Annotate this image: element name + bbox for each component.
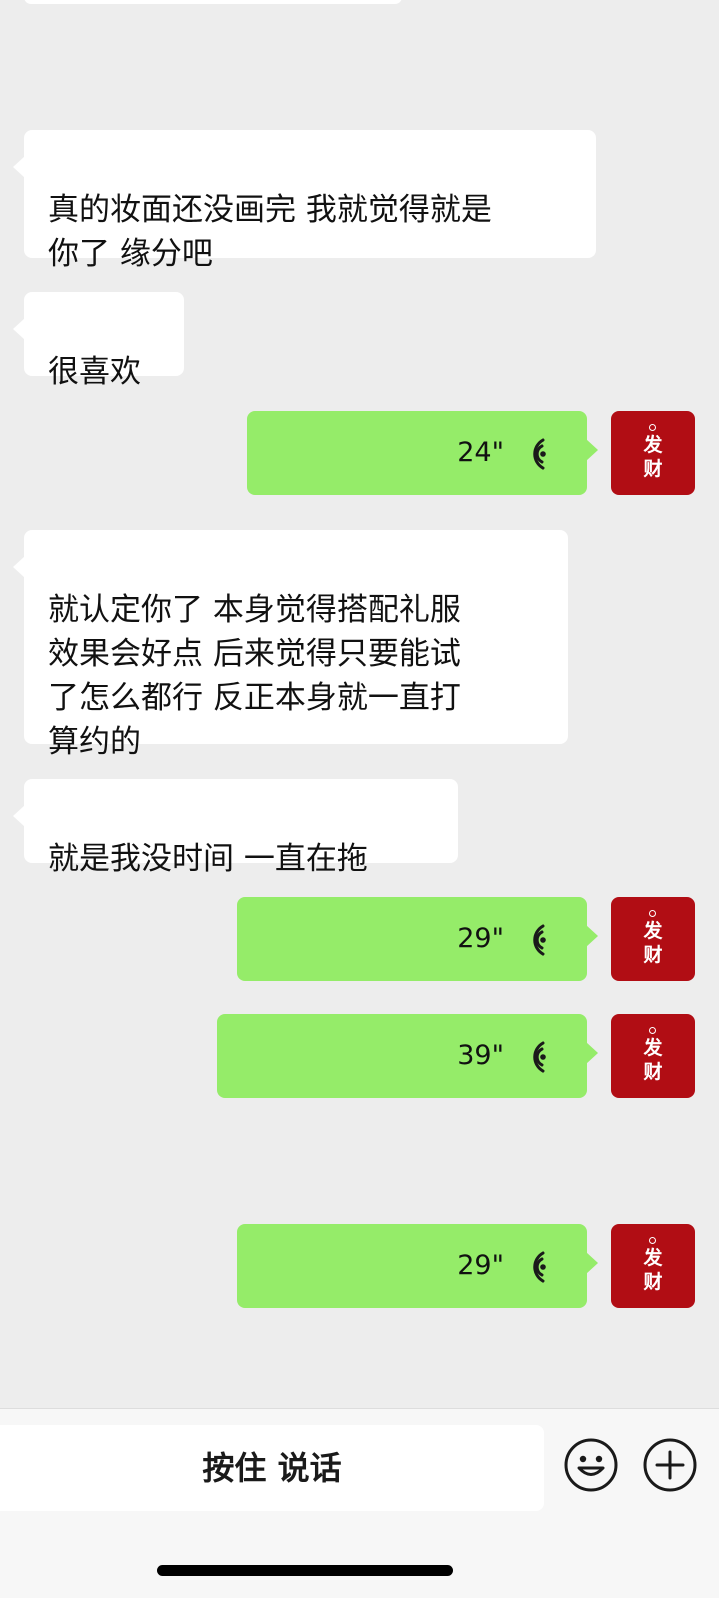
emoji-icon[interactable] — [563, 1437, 619, 1493]
avatar[interactable]: 发 财 — [611, 1224, 695, 1308]
plus-icon[interactable] — [642, 1437, 698, 1493]
voice-wave-icon — [533, 924, 546, 956]
avatar[interactable]: 发 财 — [611, 411, 695, 495]
avatar-text: 发 财 — [643, 1247, 663, 1293]
avatar-text: 发 财 — [643, 434, 663, 480]
incoming-message-bubble[interactable]: 就是我没时间 一直在拖 — [13, 779, 458, 877]
voice-wave-icon — [533, 1251, 546, 1283]
message-text: 很喜欢 — [48, 354, 141, 390]
avatar-dot — [649, 1027, 656, 1034]
hold-to-talk-button[interactable]: 按住 说话 — [0, 1425, 544, 1511]
message-text: 就是我没时间 一直在拖 — [48, 841, 368, 877]
message-text: 真的妆面还没画完 我就觉得就是 你了 缘分吧 — [48, 192, 492, 272]
avatar-text: 发 财 — [643, 1037, 663, 1083]
outgoing-voice-message[interactable]: 29" — [237, 897, 598, 981]
avatar-text: 发 财 — [643, 920, 663, 966]
voice-duration: 24" — [457, 437, 504, 468]
chat-area[interactable]: 真的妆面还没画完 我就觉得就是 你了 缘分吧 很喜欢 24" 发 财 就认定你了… — [0, 0, 719, 1408]
voice-duration: 29" — [457, 923, 504, 954]
avatar-dot — [649, 424, 656, 431]
voice-wave-icon — [533, 438, 546, 470]
voice-wave-icon — [533, 1041, 546, 1073]
incoming-message-bubble[interactable]: 很喜欢 — [13, 292, 184, 390]
incoming-message-bubble[interactable]: 就认定你了 本身觉得搭配礼服 效果会好点 后来觉得只要能试 了怎么都行 反正本身… — [13, 530, 568, 760]
outgoing-voice-message[interactable]: 29" — [237, 1224, 598, 1308]
avatar[interactable]: 发 财 — [611, 1014, 695, 1098]
avatar[interactable]: 发 财 — [611, 897, 695, 981]
incoming-message-bubble[interactable]: 真的妆面还没画完 我就觉得就是 你了 缘分吧 — [13, 130, 596, 272]
message-text: 就认定你了 本身觉得搭配礼服 效果会好点 后来觉得只要能试 了怎么都行 反正本身… — [48, 592, 461, 760]
voice-duration: 39" — [457, 1040, 504, 1071]
voice-duration: 29" — [457, 1250, 504, 1281]
avatar-dot — [649, 1237, 656, 1244]
avatar-dot — [649, 910, 656, 917]
previous-message-fragment — [24, 0, 402, 4]
outgoing-voice-message[interactable]: 39" — [217, 1014, 598, 1098]
outgoing-voice-message[interactable]: 24" — [247, 411, 598, 495]
home-indicator[interactable] — [157, 1565, 453, 1576]
